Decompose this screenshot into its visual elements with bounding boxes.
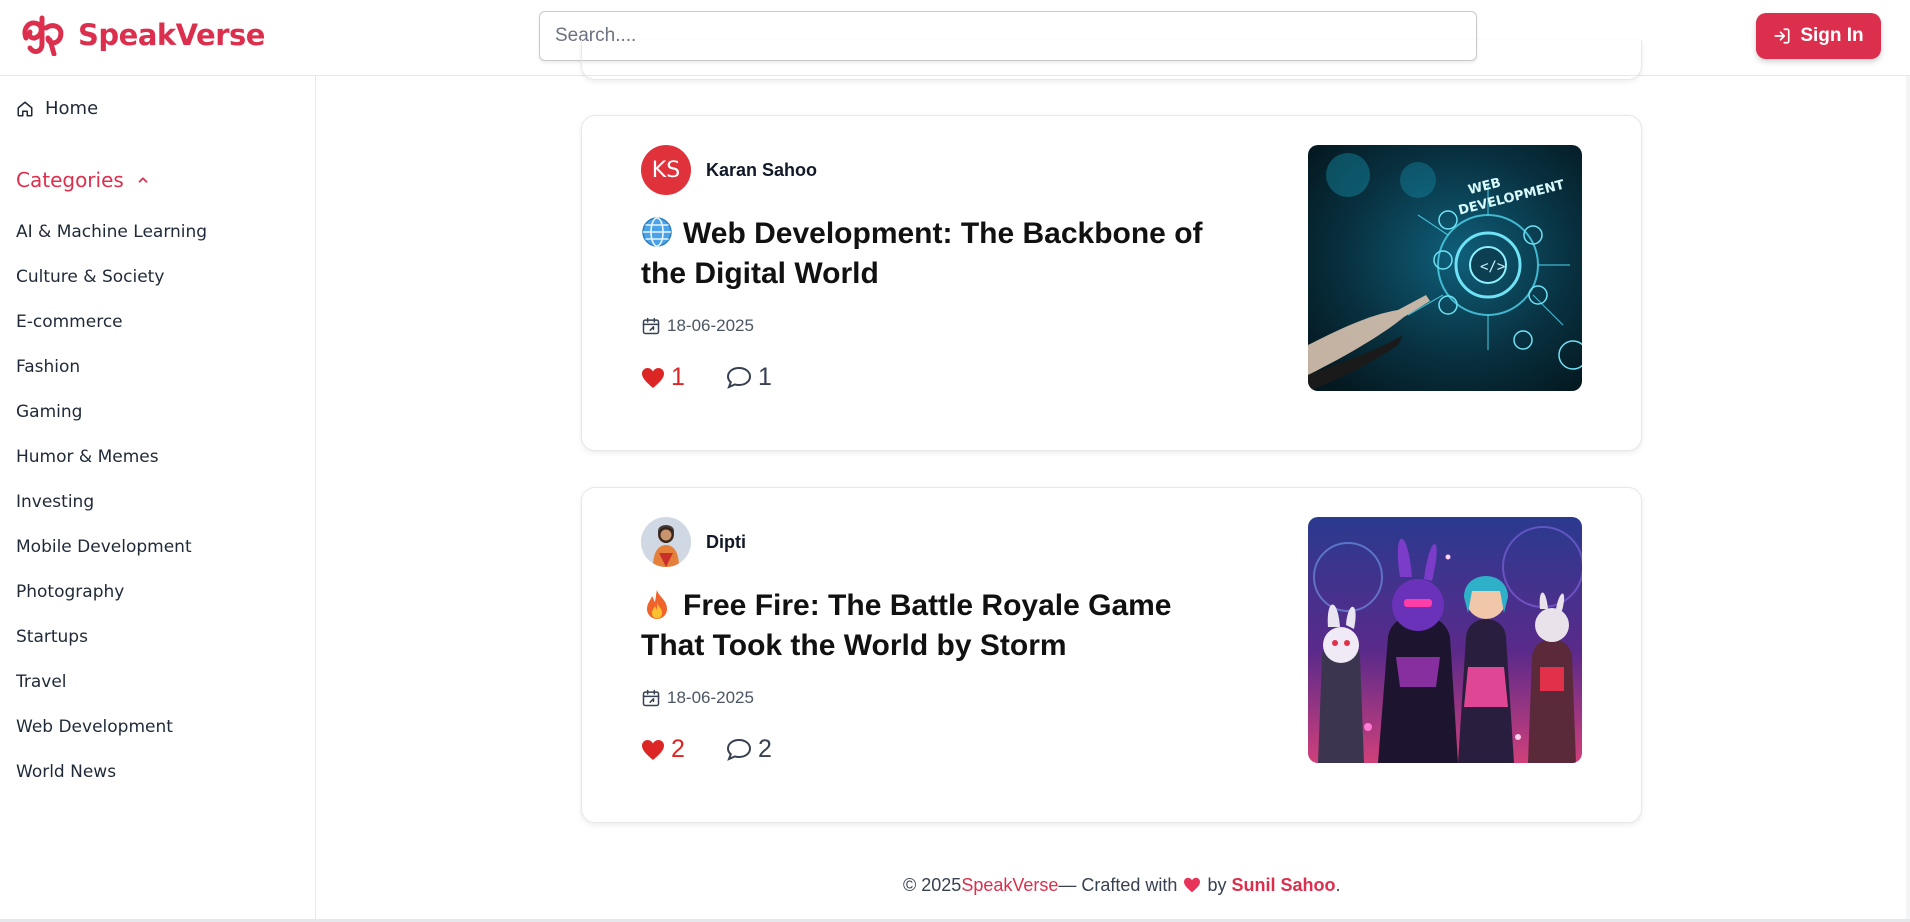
- free-fire-game-image: [1308, 517, 1582, 763]
- footer-by: by: [1207, 875, 1227, 895]
- heart-icon: [642, 367, 664, 388]
- sign-in-icon: [1774, 28, 1790, 44]
- like-count: 1: [671, 363, 685, 391]
- web-development-image: </> WEB DEVELOPMENT: [1308, 145, 1582, 391]
- categories-toggle[interactable]: Categories: [16, 168, 150, 192]
- chevron-up-icon: [138, 177, 148, 183]
- post-card-previous[interactable]: [581, 40, 1642, 80]
- post-date-text: 18-06-2025: [667, 688, 754, 707]
- category-item[interactable]: Startups: [16, 627, 207, 672]
- comment-button[interactable]: 2: [726, 735, 772, 764]
- category-item[interactable]: World News: [16, 762, 207, 807]
- post-title[interactable]: Free Fire: The Battle Royale Game That T…: [641, 586, 1241, 666]
- category-item[interactable]: Culture & Society: [16, 267, 207, 312]
- speakverse-logo-icon: [22, 15, 64, 56]
- author-name: Dipti: [706, 531, 746, 552]
- category-item[interactable]: Web Development: [16, 717, 207, 762]
- like-count: 2: [671, 735, 685, 763]
- globe-icon: [642, 217, 672, 247]
- category-list: AI & Machine Learning Culture & Society …: [16, 222, 207, 807]
- category-item[interactable]: Investing: [16, 492, 207, 537]
- post-card[interactable]: Dipti Free Fire: The Battle Royale Game …: [581, 487, 1642, 823]
- post-author[interactable]: Dipti: [641, 517, 746, 567]
- brand-name: SpeakVerse: [78, 18, 265, 52]
- post-date-text: 18-06-2025: [667, 316, 754, 335]
- calendar-icon: [642, 317, 660, 335]
- post-title[interactable]: Web Development: The Backbone of the Dig…: [641, 214, 1241, 294]
- post-title-text: Web Development: The Backbone of the Dig…: [641, 217, 1203, 290]
- sign-in-label: Sign In: [1800, 25, 1864, 46]
- heart-icon: [642, 739, 664, 760]
- footer-period: .: [1335, 875, 1341, 895]
- post-card[interactable]: KS Karan Sahoo Web Development: The Back…: [581, 115, 1642, 451]
- author-photo: [641, 517, 691, 567]
- like-button[interactable]: 2: [641, 735, 726, 764]
- brand-logo[interactable]: SpeakVerse: [20, 14, 265, 56]
- footer-crafted: — Crafted with: [1058, 875, 1178, 895]
- post-date: 18-06-2025: [641, 688, 754, 708]
- category-item[interactable]: AI & Machine Learning: [16, 222, 207, 267]
- category-item[interactable]: Photography: [16, 582, 207, 627]
- sidebar: Home Categories AI & Machine Learning Cu…: [0, 76, 316, 922]
- categories-label: Categories: [16, 168, 124, 192]
- footer-text: © 2025SpeakVerse— Crafted with by Sunil …: [903, 875, 1341, 896]
- post-stats: 2 2: [641, 735, 772, 764]
- category-item[interactable]: Fashion: [16, 357, 207, 402]
- sidebar-item-home[interactable]: Home: [16, 98, 98, 119]
- sign-in-button[interactable]: Sign In: [1756, 13, 1881, 59]
- category-item[interactable]: Gaming: [16, 402, 207, 447]
- footer-creator-link[interactable]: Sunil Sahoo: [1231, 875, 1335, 895]
- category-item[interactable]: Travel: [16, 672, 207, 717]
- avatar: [641, 517, 691, 567]
- svg-text:</>: </>: [1480, 259, 1505, 275]
- comment-icon: [726, 738, 752, 761]
- comment-count: 2: [758, 735, 772, 763]
- post-thumbnail[interactable]: </> WEB DEVELOPMENT: [1308, 145, 1582, 391]
- category-item[interactable]: Humor & Memes: [16, 447, 207, 492]
- fire-icon: [647, 590, 667, 619]
- footer-copyright: © 2025: [903, 875, 962, 895]
- footer-brand[interactable]: SpeakVerse: [961, 875, 1058, 895]
- page-scrollbar[interactable]: [1906, 76, 1910, 922]
- avatar: KS: [641, 145, 691, 195]
- app-root: SpeakVerse Sign In Home Categories: [0, 0, 1910, 922]
- comment-icon: [726, 366, 752, 389]
- author-name: Karan Sahoo: [706, 159, 818, 180]
- post-stats: 1 1: [641, 363, 772, 392]
- category-item[interactable]: E-commerce: [16, 312, 207, 357]
- post-thumbnail[interactable]: [1308, 517, 1582, 763]
- category-item[interactable]: Mobile Development: [16, 537, 207, 582]
- calendar-icon: [642, 689, 660, 707]
- sidebar-item-home-label: Home: [45, 98, 99, 119]
- home-icon: [17, 101, 33, 116]
- like-button[interactable]: 1: [641, 363, 726, 392]
- heart-icon: [1184, 877, 1201, 893]
- comment-count: 1: [758, 363, 772, 391]
- comment-button[interactable]: 1: [726, 363, 772, 392]
- post-title-text: Free Fire: The Battle Royale Game That T…: [641, 589, 1172, 662]
- post-author[interactable]: KS Karan Sahoo: [641, 145, 817, 195]
- post-date: 18-06-2025: [641, 316, 754, 336]
